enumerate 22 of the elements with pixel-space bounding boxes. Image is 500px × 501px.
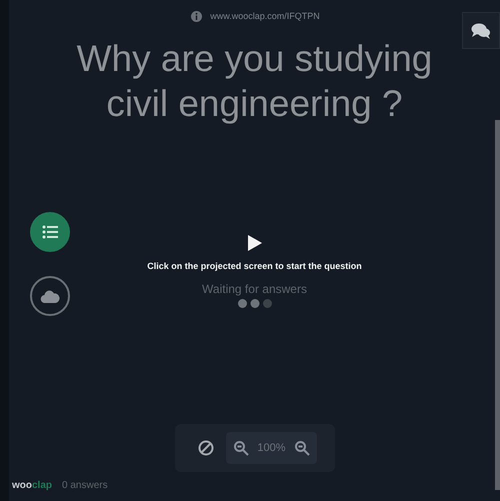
play-icon (248, 235, 262, 251)
zoom-in-button[interactable] (294, 440, 310, 456)
word-cloud-button[interactable] (30, 276, 70, 316)
waiting-label: Waiting for answers (202, 280, 307, 298)
info-icon (191, 11, 202, 22)
answer-count: 0 answers (62, 479, 108, 493)
session-url: www.wooclap.com/IFQTPN (210, 10, 320, 23)
chat-button[interactable] (462, 12, 500, 49)
list-view-button[interactable] (30, 212, 70, 252)
wooclap-logo: wooclap (12, 479, 52, 493)
zoom-icon (233, 440, 250, 456)
disable-icon[interactable] (198, 440, 214, 456)
zoom-out-button[interactable] (233, 440, 250, 456)
zoom-level: 100% (257, 440, 286, 456)
chat-icon (471, 22, 491, 38)
loading-dots-icon (236, 298, 272, 308)
play-button[interactable] (246, 234, 264, 252)
start-instruction: Click on the projected screen to start the question (147, 260, 362, 273)
question-title: Why are you studying civil engineering ? (76, 37, 434, 126)
cloud-icon (40, 290, 60, 302)
zoom-icon (294, 440, 310, 456)
list-icon (42, 225, 58, 239)
